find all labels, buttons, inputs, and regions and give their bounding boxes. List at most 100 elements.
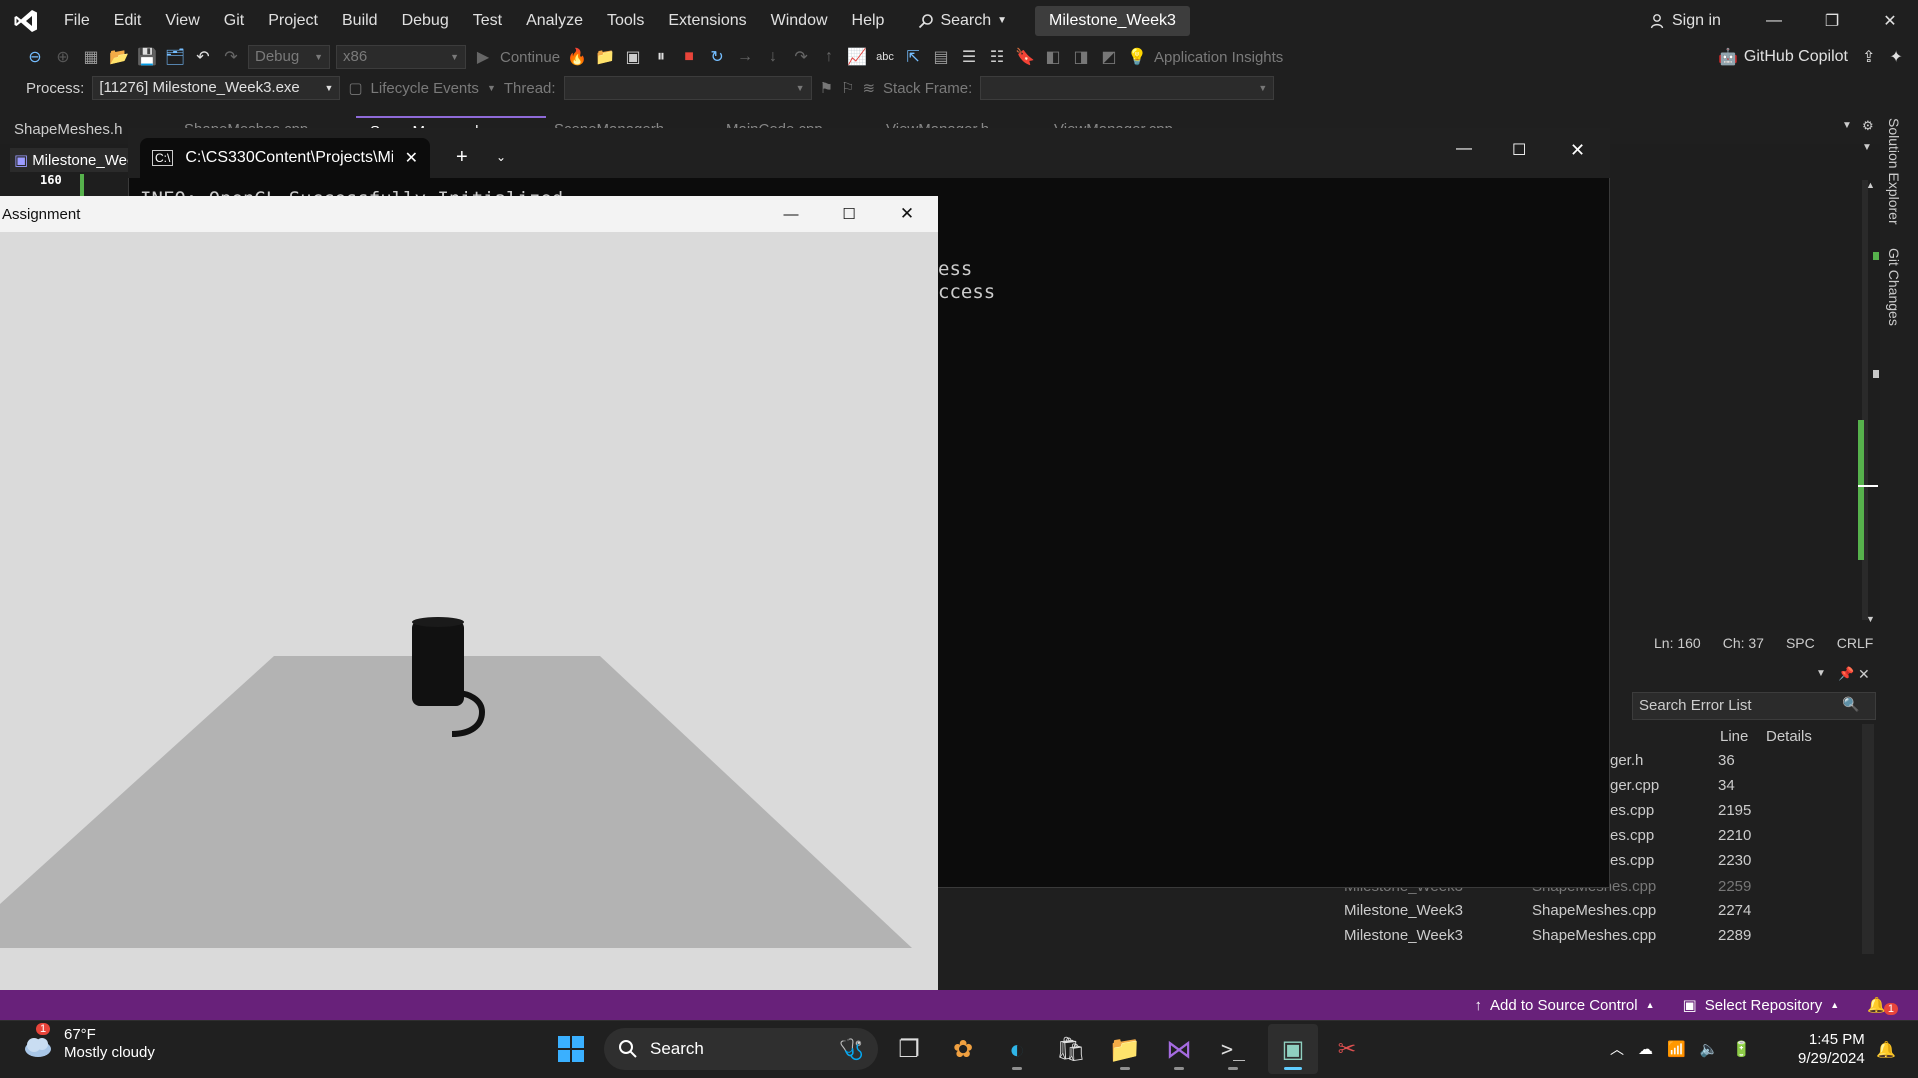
minimize-icon[interactable]: —	[762, 196, 820, 232]
process-dropdown[interactable]: [11276] Milestone_Week3.exe ▼	[92, 76, 341, 100]
vs-close-button[interactable]: ✕	[1862, 0, 1918, 42]
menu-build[interactable]: Build	[330, 0, 390, 42]
undo-icon[interactable]: ↶	[192, 46, 214, 68]
git-changes-tab[interactable]: Git Changes	[1886, 248, 1902, 326]
maximize-icon[interactable]: ☐	[820, 196, 878, 232]
terminal-minimize-icon[interactable]: —	[1456, 140, 1472, 158]
taskbar-app-opengl[interactable]: ▣	[1268, 1024, 1318, 1074]
column-indicator[interactable]: Ch: 37	[1723, 635, 1764, 651]
menu-debug[interactable]: Debug	[390, 0, 461, 42]
panel-dropdown-icon[interactable]: ▼	[1816, 668, 1826, 679]
battery-icon[interactable]: 🔋	[1732, 1040, 1751, 1058]
opengl-titlebar[interactable]: Assignment — ☐ ✕	[0, 196, 938, 232]
menu-project[interactable]: Project	[256, 0, 330, 42]
hot-reload-icon[interactable]: 🔥	[566, 46, 588, 68]
continue-play-icon[interactable]: ▶	[472, 46, 494, 68]
error-list-scrollbar[interactable]	[1862, 724, 1874, 954]
diagnostics-icon[interactable]: 📈	[846, 46, 868, 68]
tab-overflow-icon[interactable]: ▼	[1842, 120, 1852, 131]
format-icon[interactable]: ▤	[930, 46, 952, 68]
menu-file[interactable]: File	[52, 0, 102, 42]
next-bookmark-icon[interactable]: ◨	[1070, 46, 1092, 68]
show-next-statement-icon[interactable]: →	[734, 46, 756, 68]
search-icon[interactable]: 🔍	[1842, 696, 1859, 713]
tab-dropdown-chevron-icon[interactable]: ⌄	[496, 150, 506, 164]
menu-analyze[interactable]: Analyze	[514, 0, 595, 42]
opengl-viewport[interactable]	[0, 232, 938, 1020]
indent-icon[interactable]: ☰	[958, 46, 980, 68]
taskbar-app-edge[interactable]: ◐	[992, 1024, 1042, 1074]
tab-settings-gear-icon[interactable]: ⚙	[1862, 118, 1874, 134]
task-view-button[interactable]: ❐	[884, 1024, 934, 1074]
col-header-details[interactable]: Details	[1766, 728, 1812, 745]
select-repository-button[interactable]: ▣ Select Repository ▲	[1683, 996, 1840, 1015]
notifications-button[interactable]: 🔔 1	[1867, 995, 1898, 1015]
spell-check-icon[interactable]: abc	[874, 46, 896, 68]
col-header-line[interactable]: Line	[1720, 728, 1748, 745]
stop-icon[interactable]: ■	[678, 46, 700, 68]
feedback-icon[interactable]: ✦	[1889, 47, 1902, 67]
vs-restore-button[interactable]: ❐	[1804, 0, 1860, 42]
taskbar-app-copilot[interactable]: ✿	[938, 1024, 988, 1074]
clear-bookmarks-icon[interactable]: ◩	[1098, 46, 1120, 68]
continue-label[interactable]: Continue	[500, 49, 560, 66]
pause-icon[interactable]: ⏸	[650, 46, 672, 68]
flag-icon[interactable]: ⚑	[820, 79, 833, 97]
save-all-icon[interactable]: 🗂	[164, 46, 186, 68]
open-folder-icon[interactable]: 📂	[108, 46, 130, 68]
menu-view[interactable]: View	[153, 0, 211, 42]
terminal-close-icon[interactable]: ✕	[1570, 140, 1585, 161]
github-copilot-button[interactable]: 🤖 GitHub Copilot ⇪ ✦	[1718, 44, 1903, 70]
taskbar-search-box[interactable]: Search 🩺	[604, 1028, 878, 1070]
menu-git[interactable]: Git	[212, 0, 256, 42]
sign-in-button[interactable]: Sign in	[1650, 0, 1721, 42]
notification-bell-icon[interactable]: 🔔	[1876, 1040, 1896, 1060]
step-over-icon[interactable]: ↷	[790, 46, 812, 68]
editor-scroll-region[interactable]	[1610, 144, 1880, 644]
navigate-forward-icon[interactable]: ⊕	[52, 46, 74, 68]
prev-bookmark-icon[interactable]: ◧	[1042, 46, 1064, 68]
taskbar-clock[interactable]: 1:45 PM 9/29/2024	[1798, 1030, 1865, 1068]
menu-edit[interactable]: Edit	[102, 0, 154, 42]
visual-studio-logo-icon[interactable]	[0, 0, 52, 42]
onedrive-cloud-icon[interactable]: ☁	[1638, 1040, 1653, 1058]
step-out-icon[interactable]: ↑	[818, 46, 840, 68]
solution-explorer-tab[interactable]: Solution Explorer	[1886, 118, 1902, 225]
flag-all-icon[interactable]: ⚐	[841, 79, 854, 97]
tab-close-icon[interactable]: ✕	[405, 148, 418, 168]
chevron-up-icon[interactable]: ︿	[1610, 1039, 1624, 1059]
menu-extensions[interactable]: Extensions	[656, 0, 758, 42]
application-insights-label[interactable]: Application Insights	[1154, 49, 1283, 66]
weather-widget[interactable]: 1 67°F Mostly cloudy	[20, 1023, 155, 1062]
browse-icon[interactable]: 📁	[594, 46, 616, 68]
taskbar-app-visual-studio[interactable]: ⋈	[1154, 1024, 1204, 1074]
redo-icon[interactable]: ↷	[220, 46, 242, 68]
menu-window[interactable]: Window	[759, 0, 840, 42]
outdent-icon[interactable]: ☷	[986, 46, 1008, 68]
menu-tools[interactable]: Tools	[595, 0, 656, 42]
application-insights-icon[interactable]: 💡	[1126, 46, 1148, 68]
line-ending-indicator[interactable]: CRLF	[1837, 635, 1874, 651]
panel-close-icon[interactable]: ✕	[1858, 666, 1870, 683]
new-tab-plus-icon[interactable]: +	[456, 146, 468, 169]
scroll-up-icon[interactable]: ▲	[1866, 180, 1875, 190]
scroll-bottom-icon[interactable]: ▼	[1866, 614, 1875, 624]
scroll-down-icon[interactable]: ▼	[1862, 142, 1872, 153]
line-indicator[interactable]: Ln: 160	[1654, 635, 1701, 651]
share-icon[interactable]: ⇪	[1862, 47, 1875, 67]
project-combo[interactable]: ▣ Milestone_Week3	[10, 148, 128, 172]
select-icon[interactable]: ⇱	[902, 46, 924, 68]
close-icon[interactable]: ✕	[878, 196, 936, 232]
menu-help[interactable]: Help	[840, 0, 897, 42]
restart-icon[interactable]: ↻	[706, 46, 728, 68]
solution-name-badge[interactable]: Milestone_Week3	[1035, 6, 1190, 36]
add-to-source-control-button[interactable]: ↑ Add to Source Control ▲	[1475, 997, 1655, 1014]
terminal-maximize-icon[interactable]: ☐	[1512, 140, 1526, 160]
platform-dropdown[interactable]: x86 ▼	[336, 45, 466, 69]
new-project-icon[interactable]: ▦	[80, 46, 102, 68]
lifecycle-events-dropdown[interactable]: Lifecycle Events	[371, 80, 479, 97]
vs-search-button[interactable]: Search ▼	[906, 6, 1019, 36]
terminal-tab[interactable]: C:\ C:\CS330Content\Projects\Mi ✕	[140, 138, 430, 178]
configuration-dropdown[interactable]: Debug ▼	[248, 45, 330, 69]
error-list-search-input[interactable]: Search Error List	[1632, 692, 1876, 720]
